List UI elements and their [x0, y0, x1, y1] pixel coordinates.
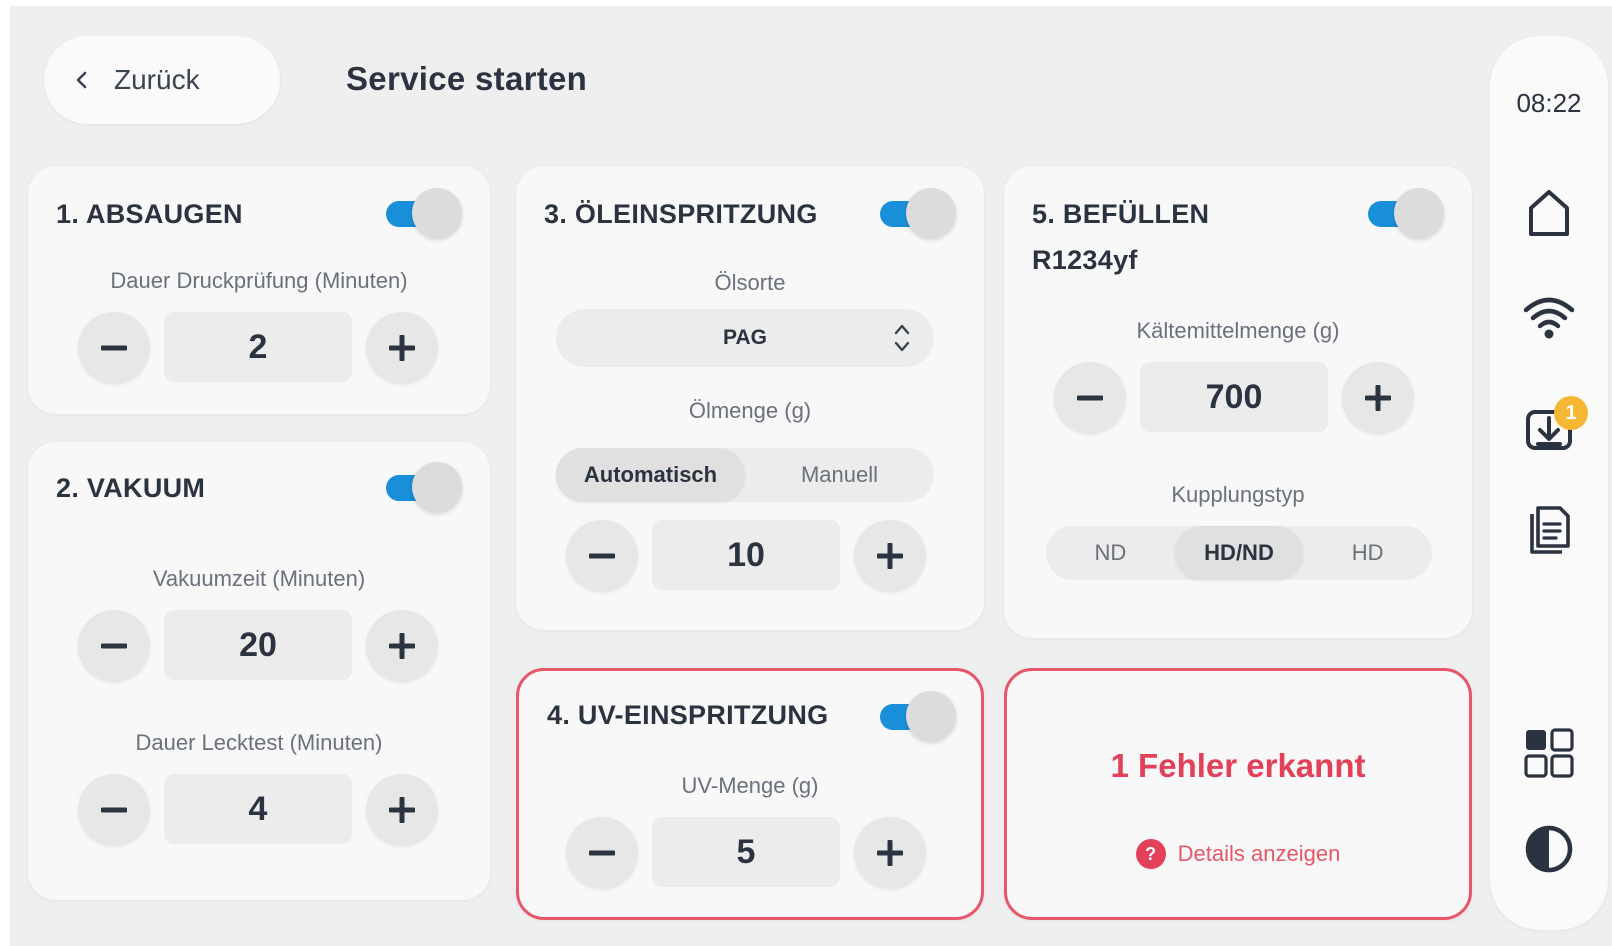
oil-type-select[interactable]: PAG [556, 309, 934, 367]
field-label: Ölsorte [714, 270, 786, 295]
card-title: 1. ABSAUGEN [56, 199, 243, 229]
minus-icon [101, 807, 127, 813]
field-label: Kupplungstyp [1171, 482, 1305, 507]
plus-icon [1365, 385, 1391, 411]
toggle-knob [906, 188, 956, 238]
oil-mode-segmented: Automatisch Manuell [556, 448, 934, 502]
plus-icon [389, 797, 415, 823]
coupling-option-hd[interactable]: HD [1303, 526, 1432, 580]
decrement-button[interactable] [566, 817, 638, 889]
increment-button[interactable] [854, 817, 926, 889]
mode-option-automatisch[interactable]: Automatisch [556, 448, 745, 502]
card-title: 5. BEFÜLLEN [1032, 199, 1210, 229]
clock: 08:22 [1516, 88, 1582, 118]
befuellen-toggle[interactable] [1364, 188, 1444, 238]
page-title: Service starten [346, 60, 588, 97]
field-label: Dauer Druckprüfung (Minuten) [110, 268, 408, 293]
plus-icon [877, 543, 903, 569]
wifi-icon[interactable] [1522, 290, 1576, 344]
stepper-value[interactable]: 700 [1140, 362, 1328, 432]
card-befuellen: 5. BEFÜLLEN R1234yf Kältemittelmenge (g)… [1004, 166, 1472, 638]
chevron-left-icon [76, 71, 87, 89]
decrement-button[interactable] [78, 610, 150, 682]
oel-toggle[interactable] [876, 188, 956, 238]
minus-icon [589, 553, 615, 559]
stepper-value[interactable]: 5 [652, 817, 840, 887]
toggle-knob [412, 188, 462, 238]
card-title: 3. ÖLEINSPRITZUNG [544, 199, 818, 229]
coupling-option-hd-nd[interactable]: HD/ND [1174, 526, 1304, 580]
card-uv-einspritzung: 4. UV-EINSPRITZUNG UV-Menge (g) 5 [516, 668, 984, 920]
field-label: UV-Menge (g) [681, 773, 819, 798]
details-link[interactable]: ? Details anzeigen [1007, 839, 1469, 869]
absaugen-stepper: 2 [78, 312, 438, 384]
toggle-knob [412, 462, 462, 512]
toggle-knob [1394, 188, 1444, 238]
plus-icon [389, 633, 415, 659]
stepper-value[interactable]: 20 [164, 610, 352, 680]
download-badge: 1 [1554, 396, 1588, 430]
back-button-label: Zurück [114, 64, 200, 95]
side-rail: 08:22 1 [1490, 36, 1608, 930]
home-icon[interactable] [1522, 186, 1576, 240]
field-label: Vakuumzeit (Minuten) [152, 566, 366, 591]
error-title: 1 Fehler erkannt [1110, 747, 1366, 784]
lecktest-stepper: 4 [78, 774, 438, 846]
decrement-button[interactable] [78, 774, 150, 846]
toggle-knob [906, 691, 956, 741]
vakuumzeit-stepper: 20 [78, 610, 438, 682]
select-value: PAG [723, 326, 767, 349]
minus-icon [589, 850, 615, 856]
stepper-value[interactable]: 10 [652, 520, 840, 590]
contrast-icon[interactable] [1522, 822, 1576, 876]
card-absaugen: 1. ABSAUGEN Dauer Druckprüfung (Minuten)… [28, 166, 490, 414]
select-arrows-icon [894, 324, 910, 352]
coupling-type-segmented: ND HD/ND HD [1046, 526, 1432, 580]
minus-icon [101, 643, 127, 649]
increment-button[interactable] [1342, 362, 1414, 434]
minus-icon [101, 345, 127, 351]
decrement-button[interactable] [1054, 362, 1126, 434]
error-card: 1 Fehler erkannt ? Details anzeigen [1004, 668, 1472, 920]
decrement-button[interactable] [78, 312, 150, 384]
refrigerant-amount-stepper: 700 [1054, 362, 1414, 434]
plus-icon [389, 335, 415, 361]
card-oeleinspritzung: 3. ÖLEINSPRITZUNG Ölsorte PAG Ölmenge (g… [516, 166, 984, 630]
details-link-label: Details anzeigen [1177, 841, 1341, 866]
oil-amount-stepper: 10 [566, 520, 926, 592]
documents-icon[interactable] [1522, 502, 1576, 556]
increment-button[interactable] [366, 610, 438, 682]
absaugen-toggle[interactable] [382, 188, 462, 238]
field-label: Dauer Lecktest (Minuten) [135, 730, 383, 755]
mode-option-manuell[interactable]: Manuell [745, 448, 934, 502]
apps-grid-icon[interactable] [1522, 726, 1576, 780]
card-title: 4. UV-EINSPRITZUNG [547, 700, 829, 730]
card-subtitle: R1234yf [1032, 245, 1138, 275]
increment-button[interactable] [366, 774, 438, 846]
increment-button[interactable] [854, 520, 926, 592]
coupling-option-nd[interactable]: ND [1046, 526, 1175, 580]
back-button[interactable]: Zurück [44, 36, 280, 124]
increment-button[interactable] [366, 312, 438, 384]
stepper-value[interactable]: 4 [164, 774, 352, 844]
plus-icon [877, 840, 903, 866]
vakuum-toggle[interactable] [382, 462, 462, 512]
card-vakuum: 2. VAKUUM Vakuumzeit (Minuten) 20 Dauer … [28, 442, 490, 900]
uv-toggle[interactable] [876, 691, 956, 741]
question-icon: ? [1135, 839, 1166, 869]
decrement-button[interactable] [566, 520, 638, 592]
minus-icon [1077, 395, 1103, 401]
field-label: Ölmenge (g) [688, 398, 812, 423]
card-title: 2. VAKUUM [56, 473, 206, 503]
stepper-value[interactable]: 2 [164, 312, 352, 382]
uv-amount-stepper: 5 [566, 817, 926, 889]
field-label: Kältemittelmenge (g) [1136, 318, 1340, 343]
